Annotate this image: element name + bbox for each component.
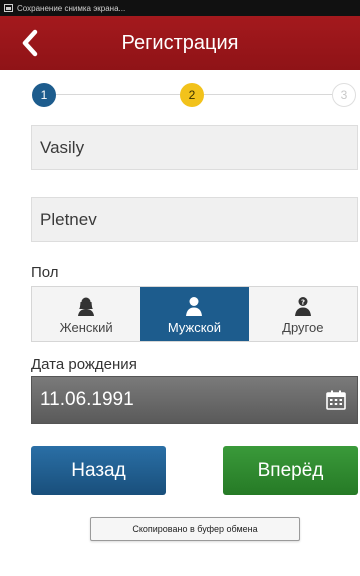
gender-label: Пол [31, 264, 59, 281]
step-2: 2 [180, 83, 204, 107]
birth-date-field[interactable]: 11.06.1991 [31, 376, 358, 424]
page-title: Регистрация [121, 31, 239, 54]
app-bar: Регистрация [0, 16, 360, 70]
gender-option-label: Мужской [167, 319, 222, 335]
first-name-input[interactable] [40, 126, 357, 169]
birth-date-value: 11.06.1991 [40, 389, 134, 410]
back-nav-button[interactable] [10, 22, 48, 64]
svg-text:?: ? [301, 298, 305, 306]
gender-selector: Женский Мужской ? Другое [31, 286, 358, 342]
step-1: 1 [32, 83, 56, 107]
screenshot-icon [4, 4, 13, 12]
status-notification: Сохранение снимка экрана... [17, 3, 126, 13]
status-bar: Сохранение снимка экрана... [0, 0, 360, 16]
calendar-icon[interactable] [325, 389, 347, 411]
birth-date-label: Дата рождения [31, 356, 137, 373]
other-user-icon: ? [294, 294, 312, 318]
back-button[interactable]: Назад [31, 446, 166, 495]
last-name-field[interactable] [31, 197, 358, 242]
step-3: 3 [332, 83, 356, 107]
last-name-input[interactable] [40, 198, 357, 241]
gender-option-male[interactable]: Мужской [140, 287, 249, 341]
gender-option-female[interactable]: Женский [32, 287, 140, 341]
step-indicator: 1 2 3 [0, 80, 360, 108]
first-name-field[interactable] [31, 125, 358, 170]
gender-option-label: Другое [282, 319, 324, 335]
step-connector [56, 94, 180, 95]
next-button[interactable]: Вперёд [223, 446, 358, 495]
female-user-icon [77, 294, 95, 318]
male-user-icon [185, 294, 203, 318]
toast-message: Скопировано в буфер обмена [90, 517, 300, 541]
gender-option-label: Женский [59, 319, 113, 335]
gender-option-other[interactable]: ? Другое [249, 287, 357, 341]
chevron-left-icon [22, 29, 38, 57]
step-connector [204, 94, 332, 95]
